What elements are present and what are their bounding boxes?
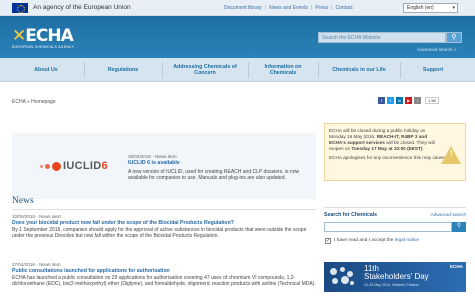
site-search-input[interactable]: Search the ECHA Website bbox=[318, 32, 446, 43]
feature-title[interactable]: IUCLID 6 is available bbox=[128, 160, 180, 166]
advanced-search-link[interactable]: Advanced search » bbox=[417, 47, 456, 52]
facebook-icon[interactable]: f bbox=[378, 97, 385, 104]
language-select[interactable]: English (en) ▾ bbox=[403, 3, 458, 13]
nav-regulations[interactable]: Regulations bbox=[88, 58, 158, 82]
feature-date: 29/04/2016 - News item bbox=[128, 154, 177, 159]
chemical-search-input[interactable] bbox=[324, 222, 452, 232]
logo-subtitle: EUROPEAN CHEMICALS AGENCY bbox=[12, 45, 75, 49]
social-icons: f t in ▶ r bbox=[378, 97, 421, 104]
notice-text-d: Tuesday 17 May at 10:00 (EEST) bbox=[351, 146, 423, 151]
banner-date: 24-25 May 2016, Helsinki, Finland bbox=[364, 283, 419, 287]
link-press[interactable]: Press bbox=[315, 5, 328, 11]
chevron-down-icon: ▾ bbox=[452, 5, 455, 11]
logo-x-icon: ✕ bbox=[12, 26, 26, 46]
language-value: English (en) bbox=[407, 5, 434, 11]
legal-notice-link[interactable]: legal notice bbox=[395, 238, 419, 243]
stakeholders-day-banner[interactable]: 11th Stakeholders' Day 24-25 May 2016, H… bbox=[324, 262, 466, 292]
banner-graphic bbox=[328, 266, 356, 288]
social-count: 1.5K bbox=[425, 97, 440, 104]
rss-icon[interactable]: r bbox=[414, 97, 421, 104]
search-icon: ⚲ bbox=[451, 34, 457, 41]
chemical-search-title: Search for Chemicals bbox=[324, 212, 378, 218]
iuclid-logo[interactable]: IUCLID6 bbox=[40, 160, 108, 172]
youtube-icon[interactable]: ▶ bbox=[405, 97, 412, 104]
site-header: ✕ECHA EUROPEAN CHEMICALS AGENCY Search t… bbox=[0, 16, 475, 58]
linkedin-icon[interactable]: in bbox=[396, 97, 403, 104]
chemical-advanced-search-link[interactable]: Advanced search bbox=[431, 212, 467, 217]
link-news-events[interactable]: News and Events bbox=[269, 5, 308, 11]
logo-text: ECHA bbox=[25, 26, 73, 46]
closure-notice: ECHA will be closed during a public holi… bbox=[324, 123, 466, 181]
warning-icon bbox=[441, 146, 461, 164]
eu-top-bar: An agency of the European Union Document… bbox=[0, 0, 475, 16]
echa-logo[interactable]: ✕ECHA EUROPEAN CHEMICALS AGENCY bbox=[12, 26, 74, 49]
iuclid-logo-text: IUCLID bbox=[63, 160, 102, 172]
chemical-search: Search for Chemicals Advanced search ⚲ ✓… bbox=[324, 207, 466, 261]
iuclid-logo-num: 6 bbox=[101, 160, 108, 172]
agency-label: An agency of the European Union bbox=[33, 4, 131, 11]
news-title[interactable]: Public consultations launched for applic… bbox=[12, 268, 316, 274]
main-nav: About Us Regulations Addressing Chemical… bbox=[0, 58, 475, 82]
legal-notice-checkbox[interactable]: ✓ bbox=[325, 238, 331, 244]
news-date: 10/05/2016 - News alert bbox=[12, 214, 61, 219]
search-icon: ⚲ bbox=[456, 223, 462, 229]
nav-information-on-chemicals[interactable]: Information on Chemicals bbox=[252, 58, 314, 82]
nav-chemicals-in-our-life[interactable]: Chemicals in our Life bbox=[322, 58, 396, 82]
eu-flag-icon bbox=[12, 3, 28, 13]
news-title[interactable]: Does your biocidal product now fall unde… bbox=[12, 220, 316, 226]
banner-line2: Stakeholders' Day bbox=[364, 272, 429, 281]
legal-notice-label: I have read and I accept the legal notic… bbox=[334, 238, 420, 243]
nav-support[interactable]: Support bbox=[404, 58, 462, 82]
news-heading: News bbox=[12, 196, 34, 206]
news-item: 10/05/2016 - News alert Does your biocid… bbox=[12, 214, 316, 239]
banner-echa-logo: ECHA bbox=[449, 264, 463, 269]
link-contact[interactable]: Contact bbox=[335, 5, 352, 11]
news-body: ECHA has launched a public consultation … bbox=[12, 275, 316, 288]
feature-body: A new version of IUCLID, used for creati… bbox=[128, 169, 300, 182]
news-body: By 1 September 2016, companies should ap… bbox=[12, 227, 307, 240]
top-links: Document library | News and Events | Press | C… bbox=[224, 5, 353, 11]
site-search-placeholder: Search the ECHA Website bbox=[322, 35, 381, 41]
twitter-icon[interactable]: t bbox=[387, 97, 394, 104]
link-document-library[interactable]: Document library bbox=[224, 5, 262, 11]
news-date: 27/04/2016 - News item bbox=[12, 262, 61, 267]
nav-about-us[interactable]: About Us bbox=[12, 58, 80, 82]
breadcrumb[interactable]: ECHA » Homepage bbox=[12, 99, 56, 105]
nav-addressing-chemicals[interactable]: Addressing Chemicals of Concern bbox=[166, 58, 244, 82]
news-item: 27/04/2016 - News item Public consultati… bbox=[12, 262, 316, 287]
search-button[interactable]: ⚲ bbox=[446, 32, 462, 43]
chemical-search-button[interactable]: ⚲ bbox=[452, 222, 466, 232]
